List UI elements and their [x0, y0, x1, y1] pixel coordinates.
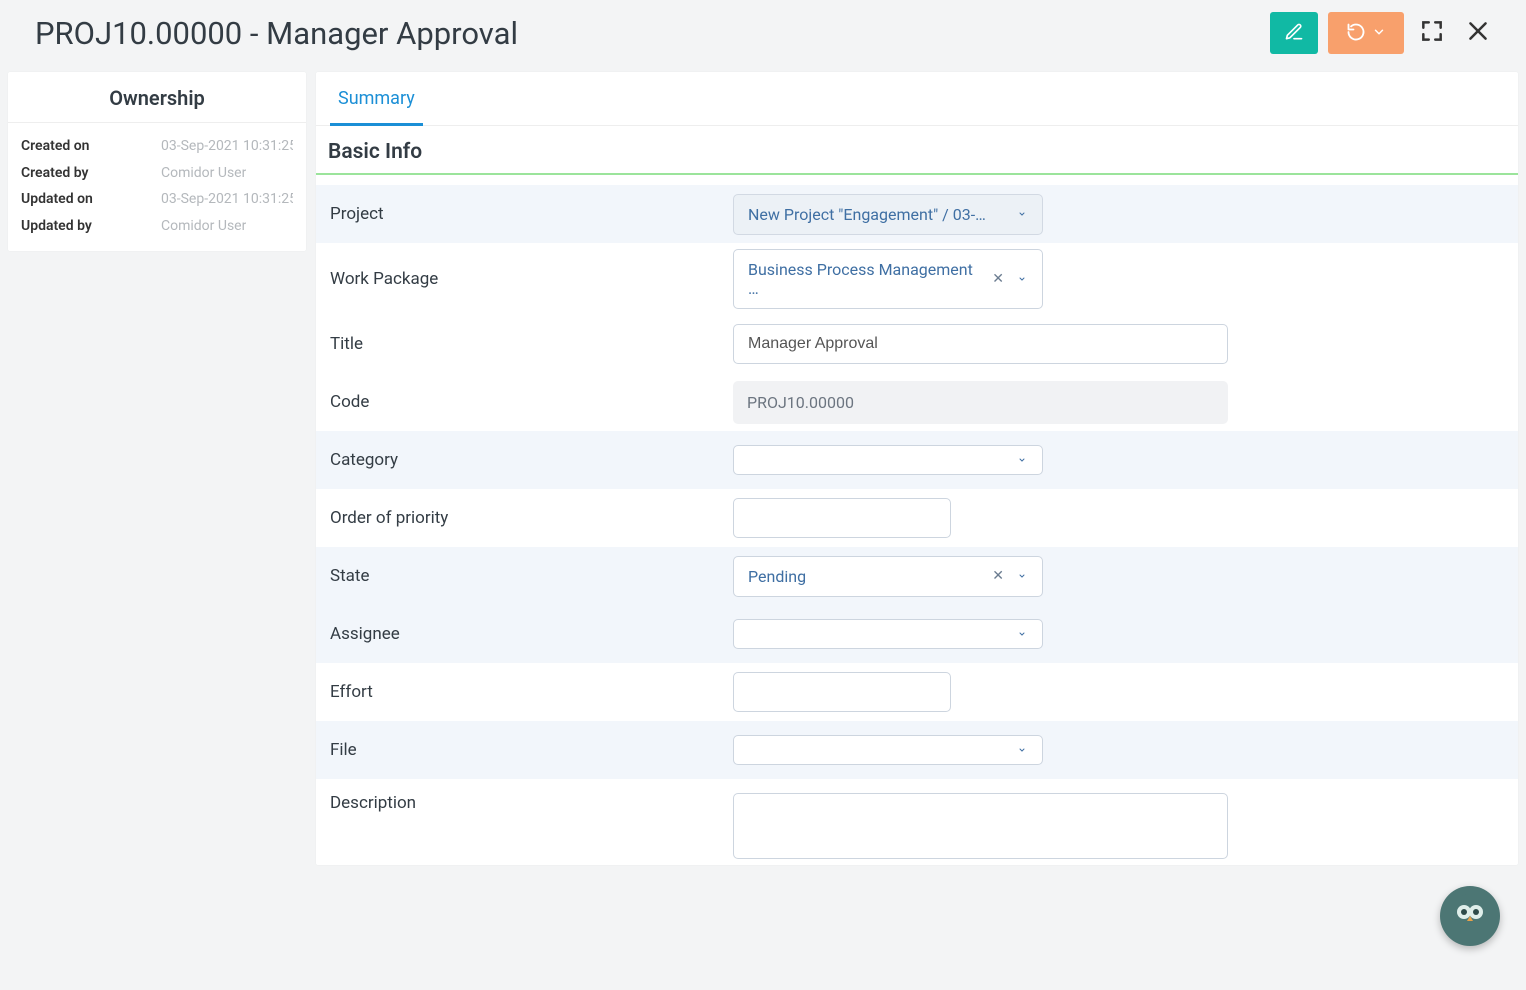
project-value: New Project "Engagement" / 03-…: [748, 205, 986, 224]
field-label: Title: [328, 334, 733, 354]
field-label: File: [328, 740, 733, 760]
assistant-button[interactable]: [1440, 886, 1500, 946]
refresh-icon: [1346, 22, 1366, 45]
chevron-down-icon: [1016, 630, 1028, 638]
field-label: Order of priority: [328, 508, 733, 528]
title-input-field[interactable]: [748, 335, 1213, 353]
chevron-down-icon: [1016, 275, 1028, 283]
meta-value: Comidor User: [161, 213, 246, 240]
ownership-title: Ownership: [8, 72, 306, 123]
field-row-effort: Effort: [316, 663, 1518, 721]
description-textarea[interactable]: [733, 793, 1228, 859]
meta-label: Created on: [21, 133, 161, 160]
field-label: Code: [328, 392, 733, 412]
page-title: PROJ10.00000 - Manager Approval: [35, 15, 518, 52]
field-label: State: [328, 566, 733, 586]
order-priority-field[interactable]: [748, 509, 936, 527]
meta-label: Updated on: [21, 186, 161, 213]
ownership-panel: Ownership Created on 03-Sep-2021 10:31:2…: [8, 72, 306, 251]
meta-row: Created on 03-Sep-2021 10:31:25: [21, 133, 293, 160]
clear-icon[interactable]: ✕: [992, 271, 1004, 287]
field-row-file: File: [316, 721, 1518, 779]
field-row-description: Description: [316, 779, 1518, 865]
field-row-order-priority: Order of priority: [316, 489, 1518, 547]
field-row-category: Category: [316, 431, 1518, 489]
close-button[interactable]: [1460, 15, 1496, 51]
tabs: Summary: [316, 72, 1518, 126]
meta-value: Comidor User: [161, 160, 246, 187]
effort-input[interactable]: [733, 672, 951, 712]
chevron-down-icon: [1016, 572, 1028, 580]
title-input[interactable]: [733, 324, 1228, 364]
order-priority-input[interactable]: [733, 498, 951, 538]
field-row-project: Project New Project "Engagement" / 03-…: [316, 185, 1518, 243]
state-value: Pending: [748, 567, 806, 586]
meta-value: 03-Sep-2021 10:31:25: [161, 186, 293, 213]
field-label: Effort: [328, 682, 733, 702]
clear-icon[interactable]: ✕: [992, 568, 1004, 584]
state-select[interactable]: Pending ✕: [733, 556, 1043, 597]
ownership-table: Created on 03-Sep-2021 10:31:25 Created …: [8, 123, 306, 243]
work-package-value: Business Process Management …: [748, 260, 980, 298]
section-title: Basic Info: [316, 126, 1518, 175]
project-select[interactable]: New Project "Engagement" / 03-…: [733, 194, 1043, 235]
chevron-down-icon: [1372, 25, 1386, 42]
field-row-title: Title: [316, 315, 1518, 373]
field-row-assignee: Assignee: [316, 605, 1518, 663]
category-select[interactable]: [733, 445, 1043, 475]
refresh-dropdown-button[interactable]: [1328, 12, 1404, 54]
field-label: Category: [328, 450, 733, 470]
header-actions: [1270, 12, 1496, 54]
field-label: Assignee: [328, 624, 733, 644]
close-icon: [1465, 18, 1491, 48]
effort-field[interactable]: [748, 683, 936, 701]
chevron-down-icon: [1016, 746, 1028, 754]
field-label: Project: [328, 204, 733, 224]
fullscreen-icon: [1419, 18, 1445, 48]
code-readonly: PROJ10.00000: [733, 381, 1228, 424]
pencil-icon: [1284, 22, 1304, 45]
meta-row: Created by Comidor User: [21, 160, 293, 187]
content-panel: Summary Basic Info Project New Project "…: [316, 72, 1518, 865]
chevron-down-icon: [1016, 456, 1028, 464]
field-row-code: Code PROJ10.00000: [316, 373, 1518, 431]
field-row-state: State Pending ✕: [316, 547, 1518, 605]
meta-value: 03-Sep-2021 10:31:25: [161, 133, 293, 160]
tab-summary[interactable]: Summary: [330, 72, 423, 126]
fullscreen-button[interactable]: [1414, 15, 1450, 51]
owl-icon: [1450, 894, 1490, 938]
edit-button[interactable]: [1270, 12, 1318, 54]
meta-label: Updated by: [21, 213, 161, 240]
meta-label: Created by: [21, 160, 161, 187]
meta-row: Updated on 03-Sep-2021 10:31:25: [21, 186, 293, 213]
file-select[interactable]: [733, 735, 1043, 765]
meta-row: Updated by Comidor User: [21, 213, 293, 240]
assignee-select[interactable]: [733, 619, 1043, 649]
field-row-work-package: Work Package Business Process Management…: [316, 243, 1518, 315]
field-label: Description: [328, 793, 733, 813]
field-label: Work Package: [328, 269, 733, 289]
chevron-down-icon: [1016, 210, 1028, 218]
work-package-select[interactable]: Business Process Management … ✕: [733, 249, 1043, 309]
